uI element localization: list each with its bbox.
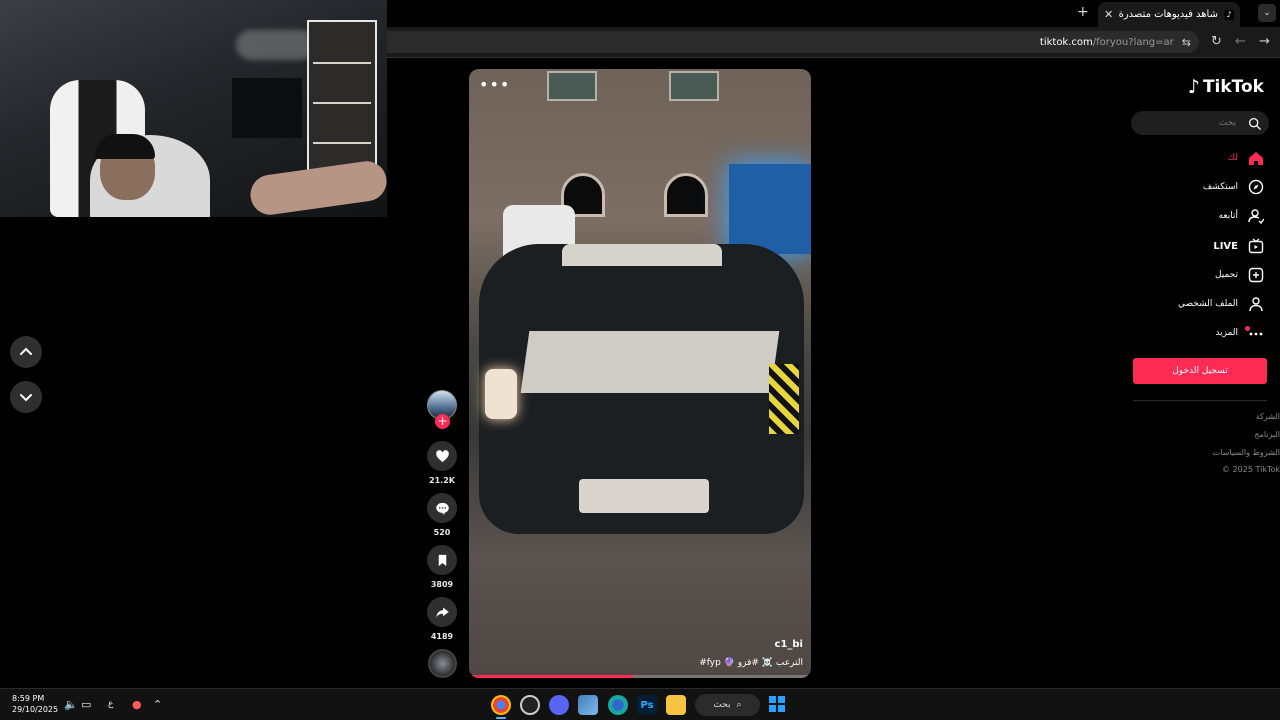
footer-link-program[interactable]: البرنامج xyxy=(1254,430,1280,439)
video-progress-fill xyxy=(469,675,634,678)
footer-link-terms[interactable]: الشروط والسياسات xyxy=(1213,448,1280,457)
car-roof-cover xyxy=(562,244,722,266)
music-disc[interactable] xyxy=(428,649,457,678)
video-progress[interactable] xyxy=(469,675,811,678)
windows-start-icon[interactable] xyxy=(769,696,785,712)
chevron-down-icon xyxy=(20,394,32,402)
comment-button[interactable] xyxy=(427,493,457,523)
video-caption: الترعب ☠️ #قزو 🔮 fyp# xyxy=(699,658,803,668)
streamer-cap xyxy=(95,134,155,159)
volume-icon[interactable]: 🔈 xyxy=(64,698,78,711)
video-player[interactable]: ••• c1_bi الترعب ☠️ #قزو 🔮 fyp# xyxy=(469,69,811,678)
blue-doorway xyxy=(729,164,811,254)
chrome-taskbar-icon[interactable] xyxy=(491,695,511,715)
streamer-arm xyxy=(247,158,387,217)
building-window xyxy=(669,71,719,101)
building-window xyxy=(547,71,597,101)
previous-video-button[interactable] xyxy=(10,336,42,368)
clock-time: 8:59 PM xyxy=(12,694,45,703)
tv-screen xyxy=(232,78,302,138)
input-language[interactable]: ع xyxy=(108,699,113,709)
screen: + ✕ شاهد فيديوهات متصدرة | TikTok ♪ ⌄ ti… xyxy=(0,0,1280,720)
video-more-icon[interactable]: ••• xyxy=(479,75,510,94)
comment-count: 520 xyxy=(433,528,451,537)
checkered-tape xyxy=(769,364,799,434)
comment-icon xyxy=(435,502,449,515)
file-explorer-taskbar-icon[interactable] xyxy=(666,695,686,715)
sidebar-footer: الشركة البرنامج الشروط والسياسات © 2025 … xyxy=(1133,0,1280,480)
edge-taskbar-icon[interactable] xyxy=(608,695,628,715)
save-count: 3809 xyxy=(430,580,454,589)
license-plate xyxy=(579,479,709,513)
arched-window xyxy=(664,173,708,217)
photoshop-taskbar-icon[interactable]: Ps xyxy=(637,695,657,715)
video-username[interactable]: c1_bi xyxy=(775,639,803,650)
share-icon xyxy=(435,607,449,617)
tail-light xyxy=(485,369,517,419)
webcam-overlay xyxy=(0,0,387,217)
heart-icon xyxy=(435,449,449,462)
active-app-indicator xyxy=(496,717,506,719)
taskbar: 8:59 PM 29/10/2025 🔈 ▭ ع ● ⌃ Ps بحث ⌕ xyxy=(0,688,1280,720)
trunk-cover xyxy=(520,331,780,393)
network-icon[interactable]: ▭ xyxy=(81,698,91,711)
search-icon: ⌕ xyxy=(736,700,742,710)
taskbar-search-label: بحث xyxy=(713,700,731,710)
copyright-text: © 2025 TikTok xyxy=(1222,465,1280,474)
next-video-button[interactable] xyxy=(10,381,42,413)
desktop-taskbar-icon[interactable] xyxy=(578,695,598,715)
neon-sign xyxy=(236,30,316,60)
bookmark-icon xyxy=(438,554,446,566)
discord-taskbar-icon[interactable] xyxy=(549,695,569,715)
clock-date: 29/10/2025 xyxy=(12,705,59,714)
taskbar-search[interactable]: بحث ⌕ xyxy=(695,694,760,716)
save-button[interactable] xyxy=(427,545,457,575)
obs-taskbar-icon[interactable] xyxy=(520,695,540,715)
share-button[interactable] xyxy=(427,597,457,627)
share-count: 4189 xyxy=(430,632,454,641)
like-button[interactable] xyxy=(427,441,457,471)
tray-overflow-chevron-icon[interactable]: ⌃ xyxy=(153,698,162,711)
new-tab-button[interactable]: + xyxy=(1077,4,1089,20)
address-bar[interactable]: tiktok.com/foryou?lang=ar ⇆ xyxy=(387,31,1199,53)
close-tab-icon[interactable]: ✕ xyxy=(1104,8,1113,21)
clock[interactable]: 8:59 PM 29/10/2025 xyxy=(12,693,58,715)
chevron-up-icon xyxy=(20,347,32,355)
bookshelf xyxy=(307,20,377,180)
like-count: 21.2K xyxy=(429,476,455,485)
follow-button[interactable]: + xyxy=(435,414,450,429)
microphone-icon[interactable]: ● xyxy=(132,698,142,711)
footer-link-company[interactable]: الشركة xyxy=(1256,412,1280,421)
